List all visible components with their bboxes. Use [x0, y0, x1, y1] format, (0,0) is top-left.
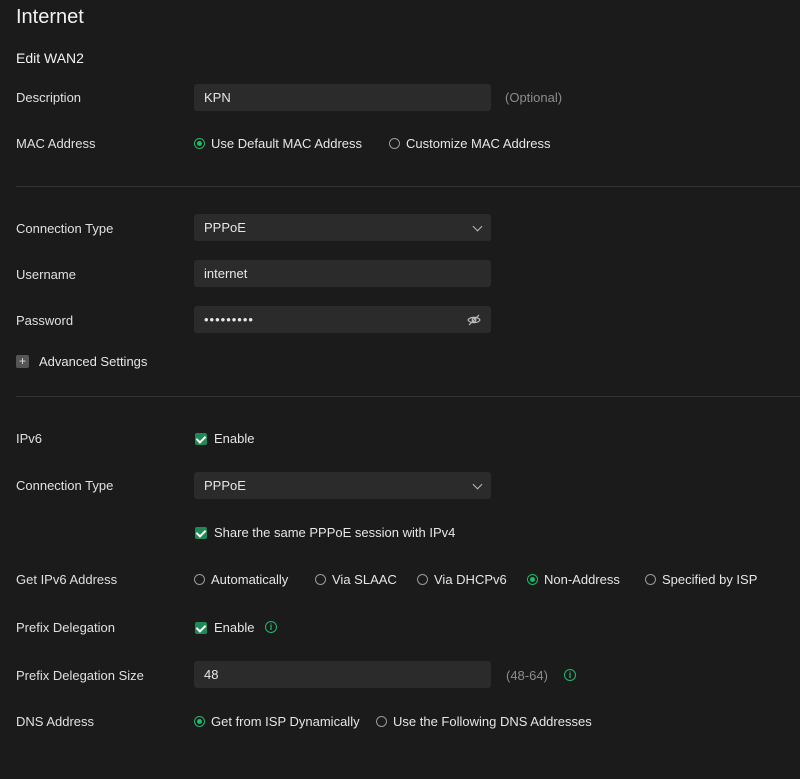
divider	[16, 396, 800, 397]
prefix-size-input[interactable]: 48	[194, 661, 491, 688]
page-title: Internet	[16, 6, 84, 28]
prefix-delegation-label: Prefix Delegation	[16, 620, 115, 635]
description-value: KPN	[204, 90, 231, 105]
ipv6-dhcpv6-label: Via DHCPv6	[434, 572, 507, 587]
get-ipv6-address-label: Get IPv6 Address	[16, 572, 118, 587]
dns-address-label: DNS Address	[16, 714, 95, 729]
password-input[interactable]: •••••••••	[194, 306, 491, 333]
advanced-settings-label: Advanced Settings	[39, 354, 148, 369]
page-subtitle: Edit WAN2	[16, 50, 84, 66]
radio-selected-icon	[194, 138, 205, 149]
chevron-down-icon	[472, 479, 483, 489]
prefix-size-label: Prefix Delegation Size	[16, 668, 144, 683]
ipv6-isp-radio[interactable]: Specified by ISP	[645, 572, 757, 587]
radio-unselected-icon	[194, 574, 205, 585]
mac-default-label: Use Default MAC Address	[211, 136, 363, 151]
ipv6-enable-checkbox[interactable]: Enable	[195, 431, 254, 446]
username-label: Username	[16, 267, 76, 282]
dns-manual-label: Use the Following DNS Addresses	[393, 714, 592, 729]
divider	[16, 186, 800, 187]
ipv6-label: IPv6	[16, 431, 43, 446]
ipv6-non-address-label: Non-Address	[544, 572, 620, 587]
radio-selected-icon	[527, 574, 538, 585]
dns-isp-radio[interactable]: Get from ISP Dynamically	[194, 714, 360, 729]
ipv6-connection-type-label: Connection Type	[16, 478, 114, 493]
radio-unselected-icon	[315, 574, 326, 585]
checkbox-checked-icon	[195, 432, 207, 445]
connection-type-value: PPPoE	[204, 220, 246, 235]
share-pppoe-label: Share the same PPPoE session with IPv4	[214, 525, 456, 540]
mac-custom-radio[interactable]: Customize MAC Address	[389, 136, 551, 151]
ipv6-enable-label: Enable	[214, 431, 255, 446]
ipv6-non-address-radio[interactable]: Non-Address	[527, 572, 620, 587]
ipv6-auto-label: Automatically	[211, 572, 289, 587]
prefix-size-hint: (48-64)	[506, 668, 548, 683]
dns-isp-label: Get from ISP Dynamically	[211, 714, 360, 729]
mac-address-radio-group: Use Default MAC Address Customize MAC Ad…	[194, 136, 551, 151]
checkbox-checked-icon	[195, 526, 207, 539]
prefix-delegation-checkbox[interactable]: Enable	[195, 620, 254, 635]
ipv6-dhcpv6-radio[interactable]: Via DHCPv6	[417, 572, 507, 587]
password-label: Password	[16, 313, 74, 328]
password-value: •••••••••	[204, 312, 254, 327]
eye-off-icon[interactable]	[467, 314, 481, 326]
plus-icon: +	[16, 355, 29, 368]
radio-selected-icon	[194, 716, 205, 727]
radio-unselected-icon	[417, 574, 428, 585]
description-input[interactable]: KPN	[194, 84, 491, 111]
mac-custom-label: Customize MAC Address	[406, 136, 551, 151]
chevron-down-icon	[472, 221, 483, 231]
description-hint: (Optional)	[505, 90, 563, 105]
prefix-delegation-enable-label: Enable	[214, 620, 255, 635]
ipv6-slaac-label: Via SLAAC	[332, 572, 397, 587]
username-value: internet	[204, 266, 248, 281]
mac-default-radio[interactable]: Use Default MAC Address	[194, 136, 362, 151]
ipv6-slaac-radio[interactable]: Via SLAAC	[315, 572, 397, 587]
radio-unselected-icon	[376, 716, 387, 727]
advanced-settings-toggle[interactable]: + Advanced Settings	[16, 354, 147, 369]
username-input[interactable]: internet	[194, 260, 491, 287]
ipv6-auto-radio[interactable]: Automatically	[194, 572, 288, 587]
dns-manual-radio[interactable]: Use the Following DNS Addresses	[376, 714, 592, 729]
radio-unselected-icon	[645, 574, 656, 585]
ipv6-isp-label: Specified by ISP	[662, 572, 758, 587]
info-icon[interactable]: i	[265, 621, 277, 633]
checkbox-checked-icon	[195, 621, 207, 634]
share-pppoe-checkbox[interactable]: Share the same PPPoE session with IPv4	[195, 525, 455, 540]
description-label: Description	[16, 90, 82, 105]
prefix-size-value: 48	[204, 667, 219, 682]
connection-type-label: Connection Type	[16, 221, 114, 236]
info-icon[interactable]: i	[564, 669, 576, 681]
radio-unselected-icon	[389, 138, 401, 149]
mac-address-label: MAC Address	[16, 136, 96, 151]
ipv6-connection-type-value: PPPoE	[204, 478, 246, 493]
connection-type-select[interactable]: PPPoE	[194, 214, 491, 241]
ipv6-connection-type-select[interactable]: PPPoE	[194, 472, 491, 499]
